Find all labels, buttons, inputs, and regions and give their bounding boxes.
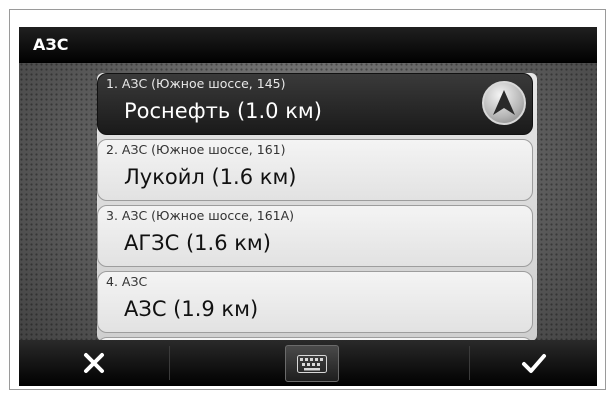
list-item[interactable]: 4. АЗС АЗС (1.9 км)	[97, 271, 533, 333]
list-item-address: 3. АЗС (Южное шоссе, 161А)	[106, 208, 295, 223]
divider	[169, 346, 170, 380]
keyboard-button[interactable]	[285, 345, 339, 382]
navigate-button[interactable]	[482, 81, 526, 125]
device-screen: АЗС 1. АЗС (Южное шоссе, 145) Роснефть (…	[19, 27, 597, 386]
list-item-address: 4. АЗС	[106, 274, 148, 289]
cancel-button[interactable]	[19, 340, 169, 386]
page-title: АЗС	[33, 35, 69, 54]
bottom-toolbar	[19, 340, 597, 386]
navigate-arrow-icon	[493, 90, 515, 115]
list-item-name: АГЗС (1.6 км)	[124, 231, 271, 255]
check-icon	[521, 354, 546, 373]
keyboard-icon	[297, 354, 327, 373]
title-bar: АЗС	[19, 27, 597, 63]
list-item-address: 2. АЗС (Южное шоссе, 161)	[106, 142, 286, 157]
list-item[interactable]: 3. АЗС (Южное шоссе, 161А) АГЗС (1.6 км)	[97, 205, 533, 267]
close-icon	[84, 353, 104, 373]
poi-list[interactable]: 1. АЗС (Южное шоссе, 145) Роснефть (1.0 …	[97, 73, 537, 341]
list-item-address: 1. АЗС (Южное шоссе, 145)	[106, 76, 286, 91]
list-item[interactable]: 1. АЗС (Южное шоссе, 145) Роснефть (1.0 …	[97, 73, 533, 135]
list-item-name: Роснефть (1.0 км)	[124, 99, 322, 123]
list-item[interactable]: 2. АЗС (Южное шоссе, 161) Лукойл (1.6 км…	[97, 139, 533, 201]
confirm-button[interactable]	[470, 340, 597, 386]
list-item-name: АЗС (1.9 км)	[124, 297, 259, 321]
list-item-name: Лукойл (1.6 км)	[124, 165, 297, 189]
